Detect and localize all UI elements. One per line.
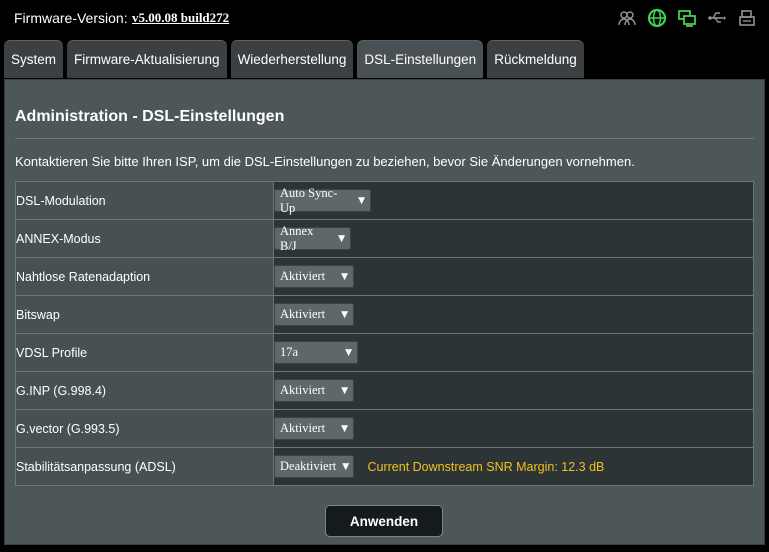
chevron-down-icon: ▼ (338, 233, 345, 244)
bitswap-select[interactable]: Aktiviert ▼ (274, 303, 354, 326)
setting-label: Stabilitätsanpassung (ADSL) (15, 447, 274, 486)
ginp-select[interactable]: Aktiviert ▼ (274, 379, 354, 402)
chevron-down-icon: ▼ (345, 347, 352, 358)
chevron-down-icon: ▼ (341, 385, 348, 396)
select-value: 17a (280, 345, 299, 359)
tab-firmware-update[interactable]: Firmware-Aktualisierung (67, 40, 227, 78)
settings-panel: Administration - DSL-Einstellungen Konta… (4, 79, 765, 545)
table-row: G.INP (G.998.4) Aktiviert ▼ (15, 371, 754, 410)
table-row: Nahtlose Ratenadaption Aktiviert ▼ (15, 257, 754, 296)
usb-icon[interactable] (707, 8, 727, 28)
tab-system[interactable]: System (4, 40, 64, 78)
internet-globe-icon[interactable] (647, 8, 667, 28)
apply-button[interactable]: Anwenden (325, 505, 443, 537)
chevron-down-icon: ▼ (341, 423, 348, 434)
top-bar: Firmware-Version: v5.00.08 build272 (0, 0, 769, 38)
chevron-down-icon: ▼ (341, 271, 348, 282)
tab-restore[interactable]: Wiederherstellung (230, 40, 354, 78)
firmware-label: Firmware-Version: (14, 10, 128, 26)
dsl-settings-table: DSL-Modulation Auto Sync-Up ▼ ANNEX-Modu… (15, 181, 754, 486)
page-description: Kontaktieren Sie bitte Ihren ISP, um die… (15, 154, 635, 169)
table-row: ANNEX-Modus Annex B/J ▼ (15, 219, 754, 258)
select-value: Auto Sync-Up (280, 185, 338, 215)
table-row: Bitswap Aktiviert ▼ (15, 295, 754, 334)
tab-dsl-settings[interactable]: DSL-Einstellungen (357, 40, 484, 78)
setting-label: ANNEX-Modus (15, 219, 274, 258)
dsl-modulation-select[interactable]: Auto Sync-Up ▼ (274, 186, 371, 215)
chevron-down-icon: ▼ (341, 309, 348, 320)
chevron-down-icon: ▼ (358, 195, 365, 206)
setting-label: Nahtlose Ratenadaption (15, 257, 274, 296)
snr-margin-status: Current Downstream SNR Margin: 12.3 dB (367, 459, 605, 474)
gvector-select[interactable]: Aktiviert ▼ (274, 417, 354, 440)
seamless-rate-adaptation-select[interactable]: Aktiviert ▼ (274, 265, 354, 288)
setting-label: Bitswap (15, 295, 274, 334)
annex-mode-select[interactable]: Annex B/J ▼ (274, 224, 351, 253)
tab-feedback[interactable]: Rückmeldung (487, 40, 584, 78)
printer-icon[interactable] (737, 8, 757, 28)
network-status-icon[interactable] (677, 8, 697, 28)
table-row: DSL-Modulation Auto Sync-Up ▼ (15, 181, 754, 220)
page-title: Administration - DSL-Einstellungen (15, 108, 285, 125)
firmware-version-link[interactable]: v5.00.08 build272 (132, 10, 229, 26)
select-value: Aktiviert (280, 383, 326, 397)
stability-adjustment-select[interactable]: Deaktiviert ▼ (274, 455, 354, 478)
select-value: Aktiviert (280, 421, 326, 435)
vdsl-profile-select[interactable]: 17a ▼ (274, 341, 358, 364)
title-divider (15, 138, 754, 139)
select-value: Aktiviert (280, 307, 326, 321)
setting-label: DSL-Modulation (15, 181, 274, 220)
setting-label: VDSL Profile (15, 333, 274, 372)
status-icons (617, 8, 757, 28)
setting-label: G.vector (G.993.5) (15, 409, 274, 448)
clients-icon[interactable] (617, 8, 637, 28)
select-value: Deaktiviert (280, 459, 337, 473)
table-row: VDSL Profile 17a ▼ (15, 333, 754, 372)
select-value: Annex B/J (280, 223, 314, 253)
table-row: Stabilitätsanpassung (ADSL) Deaktiviert … (15, 447, 754, 486)
setting-label: G.INP (G.998.4) (15, 371, 274, 410)
select-value: Aktiviert (280, 269, 326, 283)
table-row: G.vector (G.993.5) Aktiviert ▼ (15, 409, 754, 448)
tab-bar: System Firmware-Aktualisierung Wiederher… (4, 40, 584, 80)
chevron-down-icon: ▼ (342, 461, 350, 472)
